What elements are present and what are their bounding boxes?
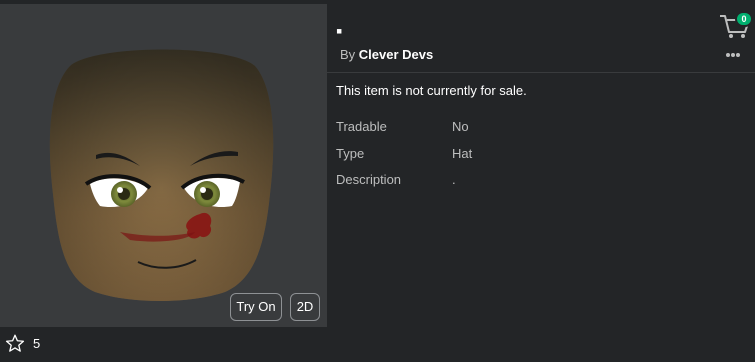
try-on-button[interactable]: Try On xyxy=(230,293,282,321)
creator-line: By Clever Devs xyxy=(340,47,433,62)
detail-label: Description xyxy=(336,172,402,187)
item-title: ▪ xyxy=(336,21,343,41)
view-2d-button[interactable]: 2D xyxy=(290,293,320,321)
detail-value: Hat xyxy=(452,146,473,161)
item-thumbnail xyxy=(49,49,274,301)
star-outline-icon[interactable] xyxy=(5,334,25,353)
more-dots-icon[interactable] xyxy=(725,52,741,58)
detail-value: No xyxy=(452,119,469,134)
creator-link[interactable]: Clever Devs xyxy=(359,47,433,62)
favorite-count: 5 xyxy=(33,336,41,351)
item-details: ▪ By Clever Devs 0 This item is not curr… xyxy=(327,0,755,362)
header-divider xyxy=(327,72,755,73)
item-page: Try On 2D 5 ▪ By Clever Devs 0 This item… xyxy=(0,0,755,362)
creator-prefix: By xyxy=(340,47,356,62)
favorite-control[interactable]: 5 xyxy=(5,334,40,353)
cart-count-badge: 0 xyxy=(735,11,753,27)
detail-label: Tradable xyxy=(336,119,387,134)
sale-status-text: This item is not currently for sale. xyxy=(336,83,527,98)
item-preview[interactable]: Try On 2D xyxy=(0,4,327,327)
detail-value: . xyxy=(452,172,456,187)
detail-label: Type xyxy=(336,146,365,161)
